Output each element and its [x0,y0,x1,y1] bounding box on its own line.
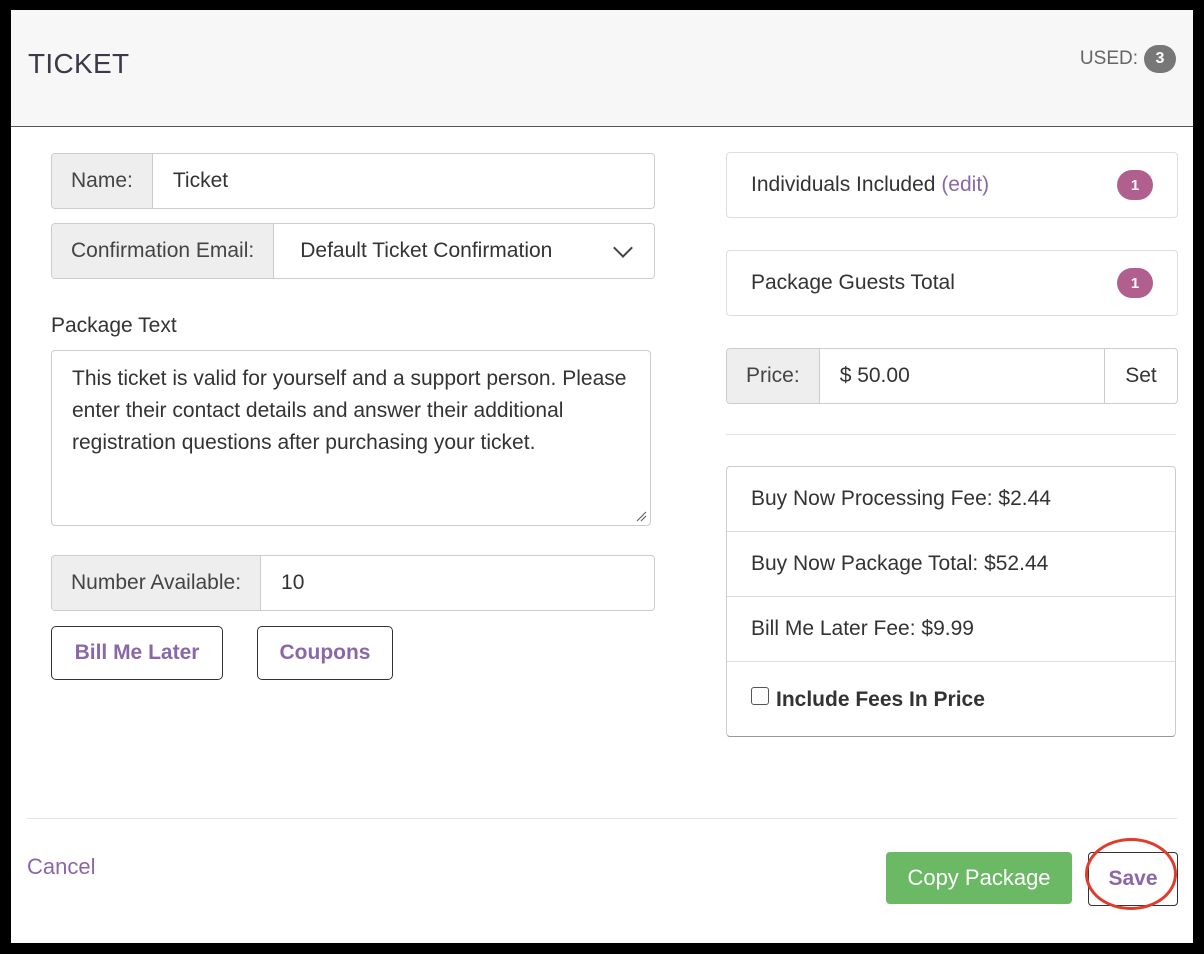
individuals-included-text: Individuals Included (edit) [751,173,989,197]
fees-list: Buy Now Processing Fee: $2.44 Buy Now Pa… [726,466,1176,737]
individuals-count-badge: 1 [1117,170,1153,200]
modal-header: TICKET USED: 3 [11,10,1193,127]
number-available-label: Number Available: [52,556,262,610]
package-guests-panel: Package Guests Total 1 [726,250,1178,316]
include-fees-row: Include Fees In Price [727,662,1175,737]
package-guests-label: Package Guests Total [751,271,955,294]
chevron-down-icon [613,238,633,258]
package-text-value: This ticket is valid for yourself and a … [72,367,627,454]
confirmation-email-label: Confirmation Email: [52,224,275,278]
footer-divider [27,818,1177,819]
package-text-area[interactable]: This ticket is valid for yourself and a … [51,350,651,526]
copy-package-button[interactable]: Copy Package [886,852,1072,904]
guests-count-badge: 1 [1117,268,1153,298]
confirmation-email-value: Default Ticket Confirmation [300,239,553,262]
price-input-group: Price: $ 50.00 Set [726,348,1178,404]
used-indicator: USED: 3 [1080,45,1176,73]
include-fees-label[interactable]: Include Fees In Price [776,688,985,712]
name-input[interactable]: Ticket [153,154,654,208]
used-count-badge: 3 [1144,45,1176,73]
processing-fee-row: Buy Now Processing Fee: $2.44 [727,467,1175,532]
package-text-label: Package Text [51,314,177,337]
bill-later-fee-row: Bill Me Later Fee: $9.99 [727,597,1175,662]
resize-handle-icon[interactable] [635,510,647,522]
confirmation-email-group: Confirmation Email: Default Ticket Confi… [51,223,655,279]
cancel-link[interactable]: Cancel [27,854,95,880]
set-price-button[interactable]: Set [1104,349,1177,403]
price-label: Price: [727,349,820,403]
name-input-group: Name: Ticket [51,153,655,209]
divider [726,434,1176,435]
modal-title: TICKET [28,48,130,79]
individuals-included-panel: Individuals Included (edit) 1 [726,152,1178,218]
save-button[interactable]: Save [1088,852,1178,906]
number-available-group: Number Available: 10 [51,555,655,611]
number-available-input[interactable]: 10 [261,556,654,610]
package-total-row: Buy Now Package Total: $52.44 [727,532,1175,597]
individuals-edit-link[interactable]: (edit) [941,173,989,196]
include-fees-checkbox[interactable] [751,686,769,705]
name-label: Name: [52,154,153,208]
confirmation-email-select[interactable]: Default Ticket Confirmation [274,224,654,278]
package-modal: TICKET USED: 3 Name: Ticket Confirmation… [11,10,1193,943]
coupons-button[interactable]: Coupons [257,626,393,680]
bill-me-later-button[interactable]: Bill Me Later [51,626,223,680]
price-input[interactable]: $ 50.00 [820,349,1104,403]
used-label: USED: [1079,48,1138,69]
individuals-included-label: Individuals Included [751,173,936,196]
